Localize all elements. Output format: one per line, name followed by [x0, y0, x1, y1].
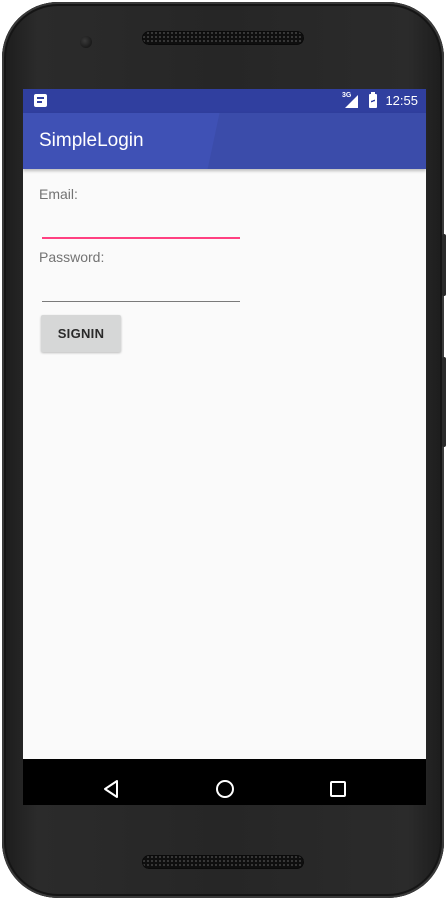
app-title: SimpleLogin — [39, 130, 144, 151]
power-button — [442, 357, 446, 447]
recents-icon — [330, 780, 346, 797]
signin-button[interactable]: SIGNIN — [41, 315, 121, 352]
navigation-bar — [23, 759, 426, 805]
front-camera — [80, 36, 92, 48]
home-button[interactable] — [195, 759, 255, 805]
app-bar-shade — [198, 113, 426, 169]
phone-frame: 3G 12:55 SimpleLogin Email: Password: SI… — [2, 2, 446, 898]
recents-button[interactable] — [308, 759, 368, 805]
home-icon — [216, 779, 234, 798]
top-speaker — [142, 31, 304, 45]
back-icon — [104, 779, 118, 798]
password-field[interactable] — [42, 277, 240, 302]
email-label: Email: — [39, 186, 78, 202]
status-time: 12:55 — [385, 93, 418, 108]
password-label: Password: — [39, 249, 105, 265]
app-bar: SimpleLogin — [23, 113, 426, 169]
signal-icon — [345, 95, 358, 108]
notification-icon — [34, 94, 47, 107]
battery-icon — [369, 92, 377, 108]
back-button[interactable] — [81, 759, 141, 805]
screen: 3G 12:55 SimpleLogin Email: Password: SI… — [23, 89, 426, 805]
bottom-speaker — [142, 855, 304, 869]
status-bar: 3G 12:55 — [23, 89, 426, 113]
email-field[interactable] — [42, 213, 240, 239]
volume-button — [442, 234, 446, 296]
